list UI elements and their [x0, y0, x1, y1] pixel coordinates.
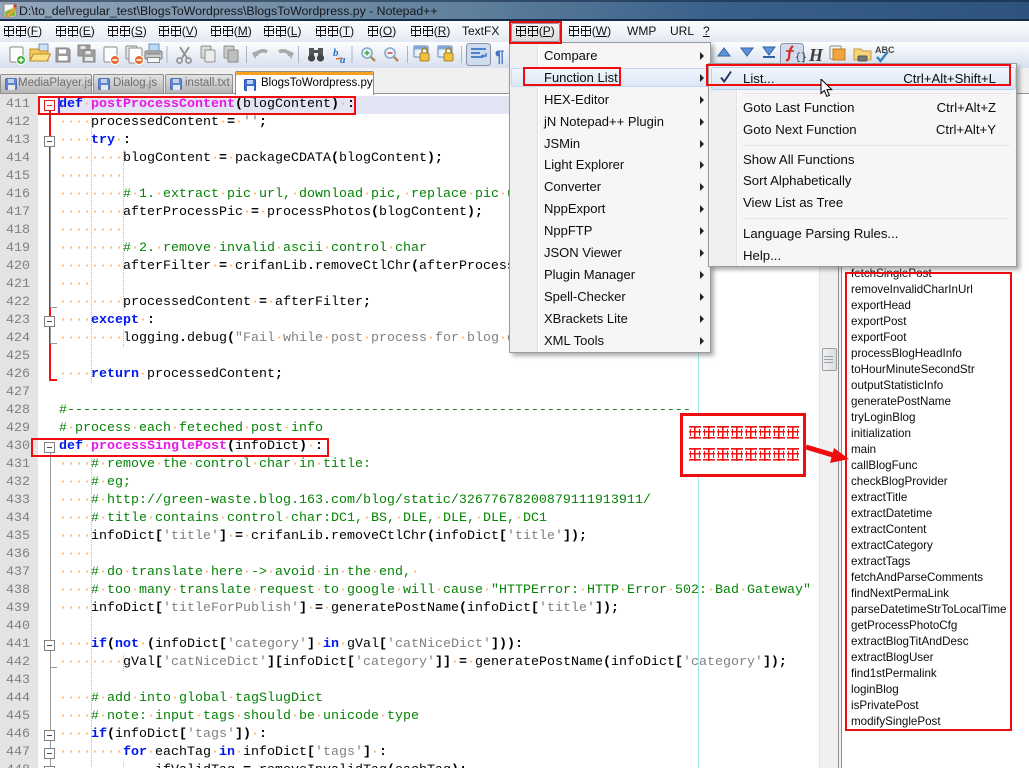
svg-text:H: H — [808, 45, 824, 65]
svg-text:a: a — [340, 54, 346, 66]
svg-text:b: b — [333, 47, 339, 59]
svg-text:¶: ¶ — [495, 47, 504, 66]
